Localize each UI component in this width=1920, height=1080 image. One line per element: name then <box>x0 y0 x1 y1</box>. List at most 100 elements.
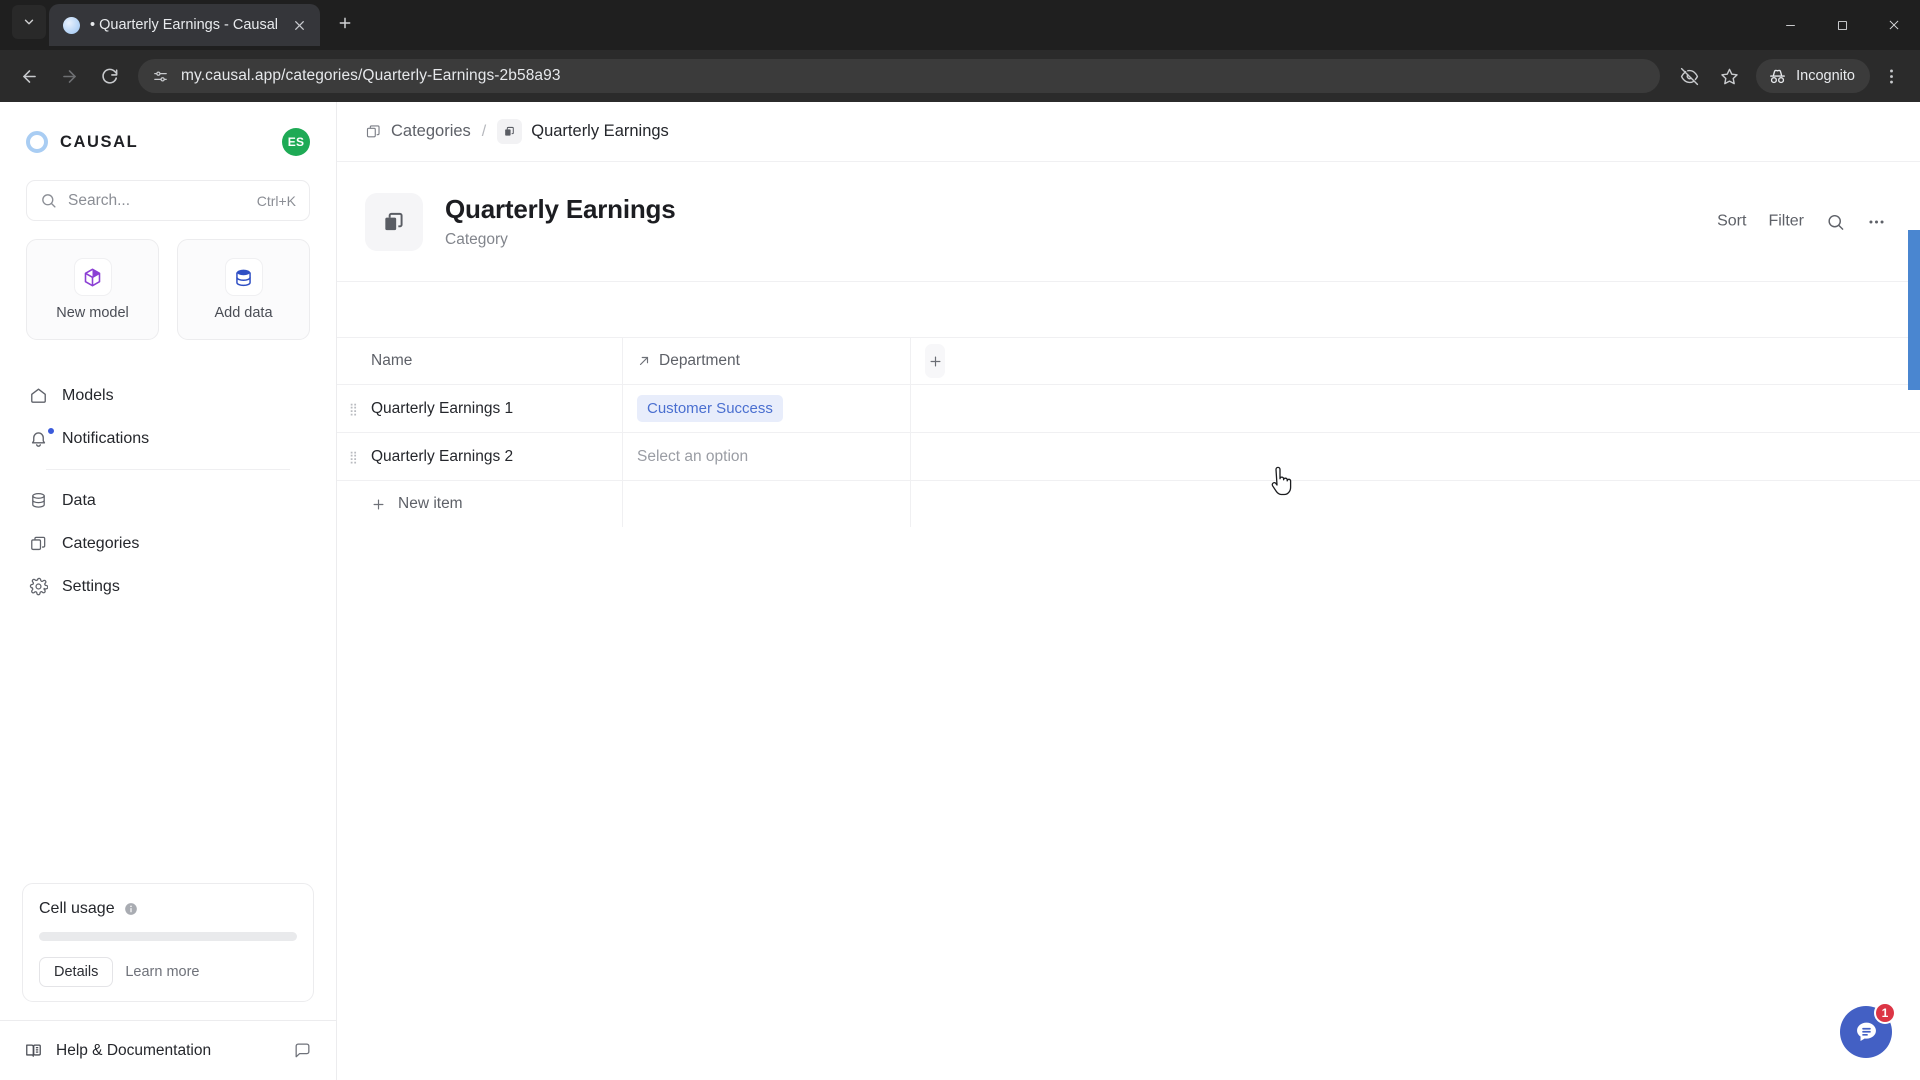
column-header-name[interactable]: Name <box>337 338 623 384</box>
new-item-button[interactable]: New item <box>337 481 623 527</box>
three-dots-vertical-icon[interactable] <box>1872 57 1910 95</box>
cell-usage-title: Cell usage <box>39 900 115 917</box>
drag-handle-icon[interactable]: ⣿ <box>349 403 359 415</box>
tab-search-button[interactable] <box>12 4 46 39</box>
row-department-cell[interactable]: Customer Success <box>623 385 911 432</box>
sidebar: CAUSAL ES Search... Ctrl+K New model Add… <box>0 102 337 1080</box>
status-badge[interactable]: Customer Success <box>637 395 783 422</box>
cell-usage-card: Cell usage Details Learn more <box>22 883 314 1002</box>
header-actions: Sort Filter <box>1717 212 1886 231</box>
sidebar-item-data[interactable]: Data <box>18 479 318 522</box>
sidebar-top: CAUSAL ES Search... Ctrl+K New model Add… <box>0 102 336 340</box>
more-options-icon[interactable] <box>1867 212 1886 231</box>
back-arrow-icon[interactable] <box>10 57 48 95</box>
gear-icon <box>28 577 48 596</box>
department-select-placeholder[interactable]: Select an option <box>637 448 748 466</box>
row-filler-cell <box>959 433 1920 480</box>
bell-icon <box>28 429 48 448</box>
breadcrumb: Categories / Quarterly Earnings <box>337 102 1920 162</box>
cell-usage-bar <box>39 932 297 941</box>
category-table: Name Department ⣿ Quarterly Earnings 1 C… <box>337 337 1920 527</box>
brand[interactable]: CAUSAL <box>26 131 138 153</box>
row-name-label: Quarterly Earnings 2 <box>371 447 514 465</box>
row-department-cell[interactable]: Select an option <box>623 433 911 480</box>
new-model-label: New model <box>56 305 129 321</box>
new-item-wrapper: New item <box>337 481 1920 527</box>
column-header-department-inner: Department <box>637 352 740 370</box>
incognito-hat-icon <box>1768 67 1787 86</box>
vertical-scrollbar[interactable] <box>1908 230 1920 390</box>
database-icon <box>224 258 263 296</box>
sidebar-item-categories[interactable]: Categories <box>18 522 318 565</box>
help-documentation-button[interactable]: Help & Documentation <box>24 1041 211 1060</box>
sidebar-item-label: Categories <box>62 534 140 552</box>
home-icon <box>28 386 48 405</box>
cube-icon <box>73 258 112 296</box>
add-column-cell <box>911 338 959 384</box>
site-settings-icon[interactable] <box>152 68 169 85</box>
breadcrumb-current[interactable]: Quarterly Earnings <box>497 119 669 144</box>
chat-widget-button[interactable]: 1 <box>1840 1002 1896 1058</box>
page-title: Quarterly Earnings <box>445 194 676 224</box>
learn-more-link[interactable]: Learn more <box>125 964 199 980</box>
forward-arrow-icon[interactable] <box>50 57 88 95</box>
link-arrow-icon <box>637 354 651 368</box>
window-close-icon[interactable] <box>1868 0 1920 50</box>
page-content: CAUSAL ES Search... Ctrl+K New model Add… <box>0 102 1920 1080</box>
row-add-cell <box>911 433 959 480</box>
avatar-initials: ES <box>287 135 305 149</box>
sidebar-item-settings[interactable]: Settings <box>18 565 318 608</box>
incognito-indicator[interactable]: Incognito <box>1756 59 1870 93</box>
reload-icon[interactable] <box>90 57 128 95</box>
drag-handle-icon[interactable]: ⣿ <box>349 451 359 463</box>
row-name-cell[interactable]: ⣿ Quarterly Earnings 1 <box>337 385 623 432</box>
book-icon <box>24 1041 43 1060</box>
toolbar-right: Incognito <box>1670 57 1910 95</box>
filter-button[interactable]: Filter <box>1768 213 1804 231</box>
table-row[interactable]: ⣿ Quarterly Earnings 2 Select an option <box>337 433 1920 481</box>
cell-usage-section: Cell usage Details Learn more <box>0 883 336 1020</box>
breadcrumb-root[interactable]: Categories <box>365 122 471 141</box>
browser-window: • Quarterly Earnings - Causal my.causal.… <box>0 0 1920 1080</box>
address-bar[interactable]: my.causal.app/categories/Quarterly-Earni… <box>138 59 1661 93</box>
cell-usage-actions: Details Learn more <box>39 957 297 987</box>
tab-strip-left: • Quarterly Earnings - Causal <box>6 0 362 50</box>
help-documentation-label: Help & Documentation <box>56 1041 212 1059</box>
sidebar-item-models[interactable]: Models <box>18 374 318 417</box>
plus-icon <box>371 497 386 512</box>
chat-icon[interactable] <box>293 1041 312 1060</box>
page-subtitle: Category <box>445 231 508 248</box>
add-data-label: Add data <box>214 305 273 321</box>
minimize-icon[interactable] <box>1764 0 1816 50</box>
sidebar-item-label: Data <box>62 491 96 509</box>
breadcrumb-root-label: Categories <box>391 122 471 140</box>
window-controls <box>1764 0 1920 50</box>
table-header-filler <box>959 338 1920 384</box>
table-row[interactable]: ⣿ Quarterly Earnings 1 Customer Success <box>337 385 1920 433</box>
tab-title: • Quarterly Earnings - Causal <box>90 17 279 33</box>
add-column-button[interactable] <box>925 344 945 378</box>
info-icon[interactable] <box>124 902 138 916</box>
main-content: Categories / Quarterly Earnings Quarterl… <box>337 102 1920 1080</box>
brand-name: CAUSAL <box>60 132 139 151</box>
browser-toolbar: my.causal.app/categories/Quarterly-Earni… <box>0 50 1920 102</box>
breadcrumb-current-label: Quarterly Earnings <box>531 122 669 140</box>
sort-button[interactable]: Sort <box>1717 213 1746 231</box>
sidebar-item-notifications[interactable]: Notifications <box>18 417 318 460</box>
details-button[interactable]: Details <box>39 957 114 987</box>
column-header-department[interactable]: Department <box>623 338 911 384</box>
maximize-icon[interactable] <box>1816 0 1868 50</box>
add-data-button[interactable]: Add data <box>177 239 310 340</box>
star-icon[interactable] <box>1710 57 1748 95</box>
new-tab-button[interactable] <box>328 6 362 40</box>
nav-divider <box>46 469 290 470</box>
eye-off-icon[interactable] <box>1670 57 1708 95</box>
row-name-cell[interactable]: ⣿ Quarterly Earnings 2 <box>337 433 623 480</box>
search-input[interactable]: Search... Ctrl+K <box>26 180 310 221</box>
close-icon[interactable] <box>288 14 310 36</box>
search-icon[interactable] <box>1826 212 1845 231</box>
causal-ring-icon <box>26 131 48 153</box>
new-model-button[interactable]: New model <box>26 239 159 340</box>
browser-tab[interactable]: • Quarterly Earnings - Causal <box>49 4 321 46</box>
avatar[interactable]: ES <box>282 128 310 156</box>
